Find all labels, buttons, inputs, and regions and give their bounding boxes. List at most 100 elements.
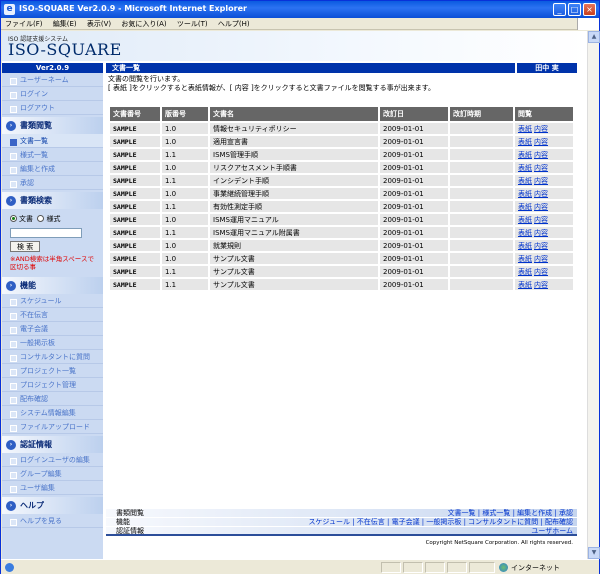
sidebar-item-view-help[interactable]: ヘルプを見る xyxy=(2,514,103,528)
close-button[interactable]: × xyxy=(583,3,596,16)
cell-version: 1.0 xyxy=(162,136,210,147)
sidebar-item-username[interactable]: ユーザーネーム xyxy=(2,73,103,87)
cell-version: 1.0 xyxy=(162,123,210,134)
search-button[interactable]: 検 索 xyxy=(10,241,41,252)
table-row: SAMPLE 1.0 事業継続管理手順 2009-01-01 表紙 内容 xyxy=(110,188,575,199)
sidebar-item-login[interactable]: ログイン xyxy=(2,87,103,101)
menu-view[interactable]: 表示(V) xyxy=(83,18,115,30)
section-circle-icon: › xyxy=(6,440,16,450)
sidebar-item-project-manage[interactable]: プロジェクト管理 xyxy=(2,378,103,392)
document-table: 文書番号 版番号 文書名 改訂日 改訂時期 閲覧 SAMPLE 1.0 情報セキュリ… xyxy=(110,105,575,292)
content-link[interactable]: 内容 xyxy=(534,190,548,198)
footer-label-certification: 認証情報 xyxy=(116,527,144,535)
cover-link[interactable]: 表紙 xyxy=(518,242,532,250)
cell-revision-date: 2009-01-01 xyxy=(380,162,450,173)
cover-link[interactable]: 表紙 xyxy=(518,255,532,263)
cover-link[interactable]: 表紙 xyxy=(518,177,532,185)
footer-links-documents[interactable]: 文書一覧 | 様式一覧 | 編集と作成 | 承認 xyxy=(448,509,573,518)
sidebar-head-help: › ヘルプ xyxy=(2,497,103,514)
cell-view: 表紙 内容 xyxy=(515,201,575,212)
content-link[interactable]: 内容 xyxy=(534,125,548,133)
cell-view: 表紙 内容 xyxy=(515,123,575,134)
cell-doc-number: SAMPLE xyxy=(110,175,162,186)
content-link[interactable]: 内容 xyxy=(534,281,548,289)
cover-link[interactable]: 表紙 xyxy=(518,203,532,211)
cell-revision-period xyxy=(450,136,515,147)
sidebar-head-functions: › 機能 xyxy=(2,277,103,294)
menu-edit[interactable]: 編集(E) xyxy=(49,18,81,30)
menu-file[interactable]: ファイル(F) xyxy=(1,18,47,30)
cell-view: 表紙 内容 xyxy=(515,227,575,238)
cover-link[interactable]: 表紙 xyxy=(518,151,532,159)
cover-link[interactable]: 表紙 xyxy=(518,229,532,237)
cell-view: 表紙 内容 xyxy=(515,279,575,290)
cell-doc-number: SAMPLE xyxy=(110,240,162,251)
sidebar-head-documents: › 書類閲覧 xyxy=(2,117,103,134)
menu-tools[interactable]: ツール(T) xyxy=(173,18,212,30)
sidebar-item-bulletin[interactable]: 一般掲示板 xyxy=(2,336,103,350)
sidebar-item-logout[interactable]: ログアウト xyxy=(2,101,103,115)
cell-revision-date: 2009-01-01 xyxy=(380,175,450,186)
search-input[interactable] xyxy=(10,228,82,238)
cell-revision-period xyxy=(450,162,515,173)
sidebar-item-schedule[interactable]: スケジュール xyxy=(2,294,103,308)
sidebar-item-distribution[interactable]: 配布確認 xyxy=(2,392,103,406)
cell-revision-period xyxy=(450,227,515,238)
table-row: SAMPLE 1.0 就業規則 2009-01-01 表紙 内容 xyxy=(110,240,575,251)
sidebar-item-form-list[interactable]: 様式一覧 xyxy=(2,148,103,162)
content-link[interactable]: 内容 xyxy=(534,203,548,211)
content-link[interactable]: 内容 xyxy=(534,255,548,263)
radio-document[interactable] xyxy=(10,215,17,222)
cell-doc-number: SAMPLE xyxy=(110,136,162,147)
content-link[interactable]: 内容 xyxy=(534,164,548,172)
sidebar-item-approve[interactable]: 承認 xyxy=(2,176,103,190)
sidebar-item-edit-create[interactable]: 編集と作成 xyxy=(2,162,103,176)
footer-links-functions[interactable]: スケジュール | 不在伝言 | 電子会議 | 一般掲示板 | コンサルタントに質… xyxy=(308,518,573,527)
scroll-down-icon[interactable]: ▼ xyxy=(588,547,600,559)
cell-version: 1.0 xyxy=(162,240,210,251)
cover-link[interactable]: 表紙 xyxy=(518,125,532,133)
scroll-up-icon[interactable]: ▲ xyxy=(588,31,600,43)
table-row: SAMPLE 1.0 リスクアセスメント手順書 2009-01-01 表紙 内容 xyxy=(110,162,575,173)
cover-link[interactable]: 表紙 xyxy=(518,281,532,289)
sidebar-item-file-upload[interactable]: ファイルアップロード xyxy=(2,420,103,434)
minimize-button[interactable]: _ xyxy=(553,3,566,16)
cover-link[interactable]: 表紙 xyxy=(518,138,532,146)
sidebar-item-user-edit[interactable]: ユーザ編集 xyxy=(2,481,103,495)
content-link[interactable]: 内容 xyxy=(534,242,548,250)
cell-doc-name: ISMS管理手順 xyxy=(210,149,380,160)
cover-link[interactable]: 表紙 xyxy=(518,164,532,172)
section-circle-icon: › xyxy=(6,281,16,291)
sidebar-item-login-user-edit[interactable]: ログインユーザの編集 xyxy=(2,453,103,467)
content-link[interactable]: 内容 xyxy=(534,177,548,185)
sidebar-item-project-list[interactable]: プロジェクト一覧 xyxy=(2,364,103,378)
cover-link[interactable]: 表紙 xyxy=(518,216,532,224)
sidebar-item-absence-message[interactable]: 不在伝言 xyxy=(2,308,103,322)
cover-link[interactable]: 表紙 xyxy=(518,268,532,276)
radio-form-label: 様式 xyxy=(46,215,61,223)
vertical-scrollbar[interactable]: ▲ ▼ xyxy=(587,31,600,559)
cell-revision-date: 2009-01-01 xyxy=(380,136,450,147)
content-link[interactable]: 内容 xyxy=(534,138,548,146)
menu-help[interactable]: ヘルプ(H) xyxy=(214,18,254,30)
radio-form[interactable] xyxy=(37,215,45,222)
sidebar-item-system-info[interactable]: システム情報編集 xyxy=(2,406,103,420)
content-link[interactable]: 内容 xyxy=(534,268,548,276)
copyright: Copyright NetSquare Corporation. All rig… xyxy=(425,540,573,546)
cover-link[interactable]: 表紙 xyxy=(518,190,532,198)
sidebar-item-doc-list[interactable]: 文書一覧 xyxy=(2,134,103,148)
cell-doc-number: SAMPLE xyxy=(110,123,162,134)
footer-links-certification[interactable]: ユーザホーム xyxy=(531,527,573,536)
table-row: SAMPLE 1.0 ISMS運用マニュアル 2009-01-01 表紙 内容 xyxy=(110,214,575,225)
maximize-button[interactable]: □ xyxy=(568,3,581,16)
cell-version: 1.0 xyxy=(162,253,210,264)
menu-favorites[interactable]: お気に入り(A) xyxy=(117,18,170,30)
sidebar-item-e-meeting[interactable]: 電子会議 xyxy=(2,322,103,336)
sidebar-item-group-edit[interactable]: グループ編集 xyxy=(2,467,103,481)
cell-version: 1.0 xyxy=(162,214,210,225)
content-link[interactable]: 内容 xyxy=(534,216,548,224)
content-link[interactable]: 内容 xyxy=(534,229,548,237)
sidebar-item-consultant[interactable]: コンサルタントに質問 xyxy=(2,350,103,364)
page-content: ISO 認証支援システム ISO-SQUARE Ver2.0.9 文書一覧 田中… xyxy=(2,31,587,559)
content-link[interactable]: 内容 xyxy=(534,151,548,159)
